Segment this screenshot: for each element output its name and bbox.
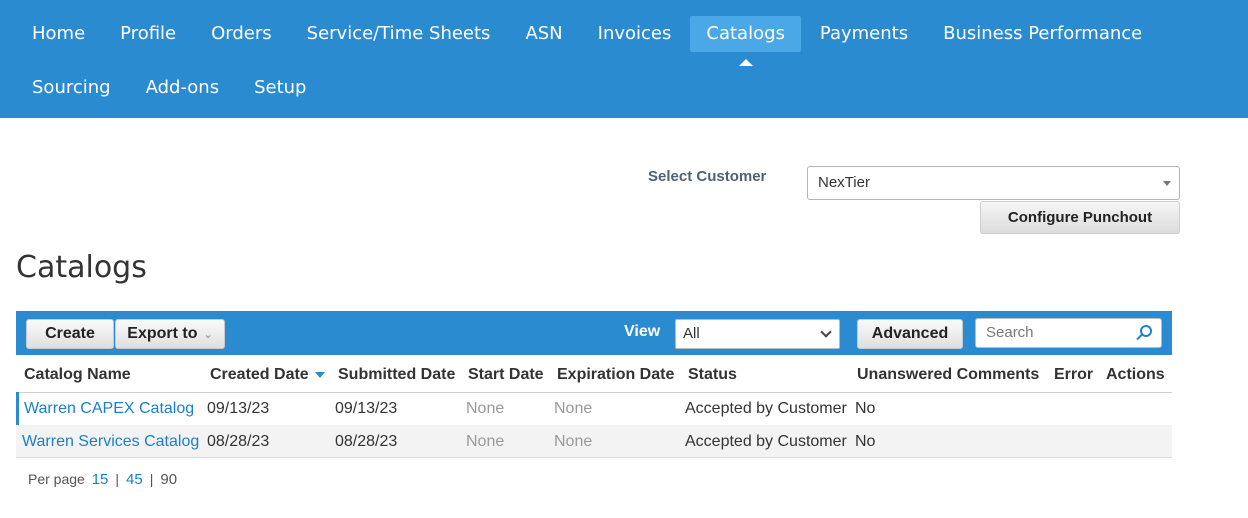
created-date-cell: 09/13/23 — [207, 400, 270, 417]
column-start-date[interactable]: Start Date — [468, 366, 544, 384]
nav-row-primary: Home Profile Orders Service/Time Sheets … — [16, 16, 1161, 66]
sort-descending-icon — [314, 371, 325, 378]
unanswered-comments-cell: No — [855, 433, 876, 450]
table-row[interactable]: Warren Services Catalog 08/28/23 08/28/2… — [16, 425, 1172, 458]
column-unanswered-comments[interactable]: Unanswered Comments — [857, 366, 1039, 384]
search-input[interactable]: Search — [975, 318, 1162, 348]
search-icon[interactable] — [1140, 325, 1152, 337]
dropdown-arrow-icon — [1163, 181, 1171, 186]
nav-service-time-sheets[interactable]: Service/Time Sheets — [291, 16, 507, 52]
nav-invoices[interactable]: Invoices — [582, 16, 688, 52]
expiration-date-cell: None — [554, 400, 593, 417]
start-date-cell: None — [466, 400, 505, 417]
unanswered-comments-cell: No — [855, 400, 876, 417]
table-toolbar: Create Export to ⌄ View All Advanced Sear… — [16, 311, 1172, 355]
column-created-date[interactable]: Created Date — [210, 366, 325, 384]
expiration-date-cell: None — [554, 433, 593, 450]
nav-row-secondary: Sourcing Add-ons Setup — [16, 70, 325, 106]
start-date-cell: None — [466, 433, 505, 450]
column-created-date-label: Created Date — [210, 366, 309, 383]
chevron-down-icon: ⌄ — [203, 329, 213, 341]
table-header: Catalog Name Created Date Submitted Date… — [16, 355, 1172, 393]
table-row[interactable]: Warren CAPEX Catalog 09/13/23 09/13/23 N… — [16, 392, 1172, 425]
select-customer-label: Select Customer — [648, 168, 767, 185]
catalog-name-link[interactable]: Warren CAPEX Catalog — [24, 400, 194, 418]
export-to-label: Export to — [127, 325, 198, 342]
customer-select[interactable]: NexTier — [807, 166, 1180, 200]
nav-payments[interactable]: Payments — [804, 16, 924, 52]
nav-setup[interactable]: Setup — [238, 70, 322, 106]
per-page-option-90: 90 — [160, 471, 178, 488]
column-actions: Actions — [1106, 366, 1165, 383]
column-submitted-date[interactable]: Submitted Date — [338, 366, 455, 384]
view-label: View — [624, 323, 661, 340]
active-tab-caret-icon — [738, 59, 753, 66]
created-date-cell: 08/28/23 — [207, 433, 270, 450]
advanced-button[interactable]: Advanced — [857, 319, 963, 349]
view-select[interactable]: All — [675, 319, 840, 349]
separator: | — [149, 471, 154, 487]
export-to-button[interactable]: Export to ⌄ — [115, 319, 225, 349]
chevron-down-icon — [820, 326, 832, 338]
create-button[interactable]: Create — [26, 319, 114, 349]
top-navigation: Home Profile Orders Service/Time Sheets … — [0, 0, 1248, 118]
nav-business-performance[interactable]: Business Performance — [927, 16, 1158, 52]
nav-profile[interactable]: Profile — [104, 16, 192, 52]
per-page-option-45[interactable]: 45 — [126, 471, 143, 488]
column-error[interactable]: Error — [1054, 366, 1093, 384]
column-status[interactable]: Status — [688, 366, 737, 384]
nav-orders[interactable]: Orders — [195, 16, 288, 52]
separator: | — [115, 471, 120, 487]
per-page-selector: Per page 15 | 45 | 90 — [28, 471, 180, 488]
nav-home[interactable]: Home — [16, 16, 101, 52]
configure-punchout-button[interactable]: Configure Punchout — [980, 201, 1180, 234]
submitted-date-cell: 09/13/23 — [335, 400, 398, 417]
nav-add-ons[interactable]: Add-ons — [130, 70, 235, 106]
catalog-name-link[interactable]: Warren Services Catalog — [22, 433, 199, 451]
per-page-option-15[interactable]: 15 — [92, 471, 109, 488]
per-page-label: Per page — [28, 471, 85, 487]
customer-select-value: NexTier — [818, 174, 870, 191]
page-title: Catalogs — [16, 250, 147, 285]
nav-catalogs[interactable]: Catalogs — [690, 16, 801, 66]
nav-sourcing[interactable]: Sourcing — [16, 70, 127, 106]
status-cell: Accepted by Customer — [685, 400, 847, 417]
search-placeholder: Search — [986, 324, 1034, 341]
view-select-value: All — [683, 325, 700, 342]
nav-asn[interactable]: ASN — [509, 16, 578, 52]
column-expiration-date[interactable]: Expiration Date — [557, 366, 674, 384]
status-cell: Accepted by Customer — [685, 433, 847, 450]
submitted-date-cell: 08/28/23 — [335, 433, 398, 450]
column-catalog-name[interactable]: Catalog Name — [24, 366, 131, 384]
nav-catalogs-label: Catalogs — [706, 23, 785, 44]
